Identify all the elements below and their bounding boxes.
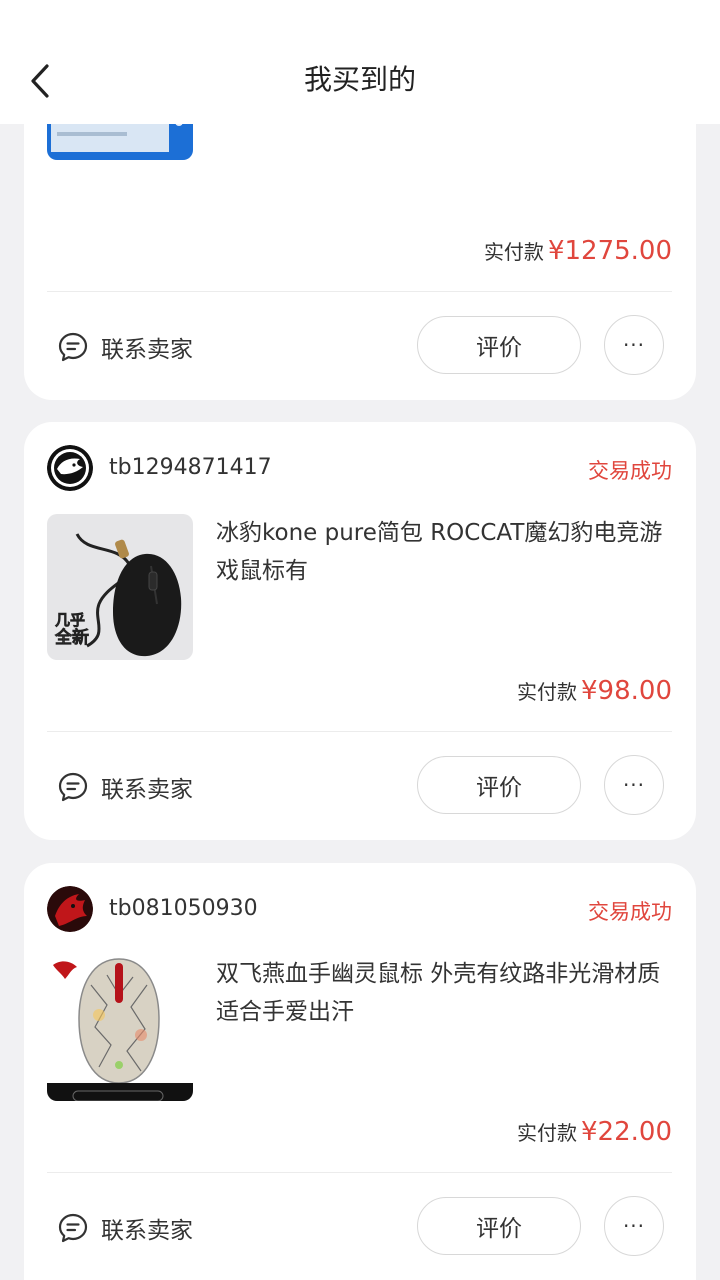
avatar[interactable] xyxy=(47,445,93,491)
paid-label: 实付款 xyxy=(483,240,544,264)
more-button[interactable]: ··· xyxy=(604,315,664,375)
review-button[interactable]: 评价 xyxy=(417,756,581,814)
top-bar: 我买到的 xyxy=(0,0,720,124)
price: ¥22.00 xyxy=(581,1117,672,1147)
thumb-badge-line1: 几乎 xyxy=(55,611,85,629)
contact-seller-label: 联系卖家 xyxy=(101,1218,193,1244)
page-title: 我买到的 xyxy=(303,63,416,96)
chat-bubble-icon xyxy=(58,1213,88,1243)
paid-amount: 实付款 ¥22.00 xyxy=(517,1117,672,1147)
product-thumbnail[interactable] xyxy=(47,955,193,1101)
contact-seller-button[interactable]: 联系卖家 xyxy=(57,1211,193,1245)
product-thumbnail[interactable]: 几乎 全新 xyxy=(47,514,193,660)
thumb-badge-line2: 全新 xyxy=(54,627,89,648)
review-button[interactable]: 评价 xyxy=(417,1197,581,1255)
chat-bubble-icon xyxy=(58,772,88,802)
order-status: 交易成功 xyxy=(588,459,672,483)
paid-label: 实付款 xyxy=(517,680,578,704)
seller-row[interactable]: tb1294871417 交易成功 xyxy=(47,445,672,493)
more-button[interactable]: ··· xyxy=(604,1196,664,1256)
product-title[interactable]: 双飞燕血手幽灵鼠标 外壳有纹路非光滑材质 适合手爱出汗 xyxy=(216,955,666,1031)
contact-seller-button[interactable]: 联系卖家 xyxy=(57,330,193,364)
more-button[interactable]: ··· xyxy=(604,755,664,815)
divider xyxy=(47,291,672,292)
seller-row[interactable]: tb081050930 交易成功 xyxy=(47,886,672,934)
divider xyxy=(47,1172,672,1173)
contact-seller-label: 联系卖家 xyxy=(101,777,193,803)
order-status: 交易成功 xyxy=(588,900,672,924)
seller-name[interactable]: tb081050930 xyxy=(109,896,258,921)
review-button[interactable]: 评价 xyxy=(417,316,581,374)
chat-bubble-icon xyxy=(58,332,88,362)
paid-amount: 实付款 ¥98.00 xyxy=(517,676,672,706)
price: ¥1275.00 xyxy=(547,236,672,266)
divider xyxy=(47,731,672,732)
paid-amount: 实付款 ¥1275.00 xyxy=(484,236,672,266)
order-card[interactable]: tb081050930 交易成功 双飞燕血手幽灵鼠标 外壳有纹路非光滑材质 适合… xyxy=(24,863,696,1280)
contact-seller-label: 联系卖家 xyxy=(101,337,193,363)
price: ¥98.00 xyxy=(581,676,672,706)
product-title[interactable]: 冰豹kone pure简包 ROCCAT魔幻豹电竞游戏鼠标有 xyxy=(216,514,666,590)
avatar[interactable] xyxy=(47,886,93,932)
order-card[interactable]: tb1294871417 交易成功 几乎 全新 冰豹kone pure简包 RO… xyxy=(24,422,696,840)
paid-label: 实付款 xyxy=(517,1121,578,1145)
contact-seller-button[interactable]: 联系卖家 xyxy=(57,770,193,804)
seller-name[interactable]: tb1294871417 xyxy=(109,455,272,480)
